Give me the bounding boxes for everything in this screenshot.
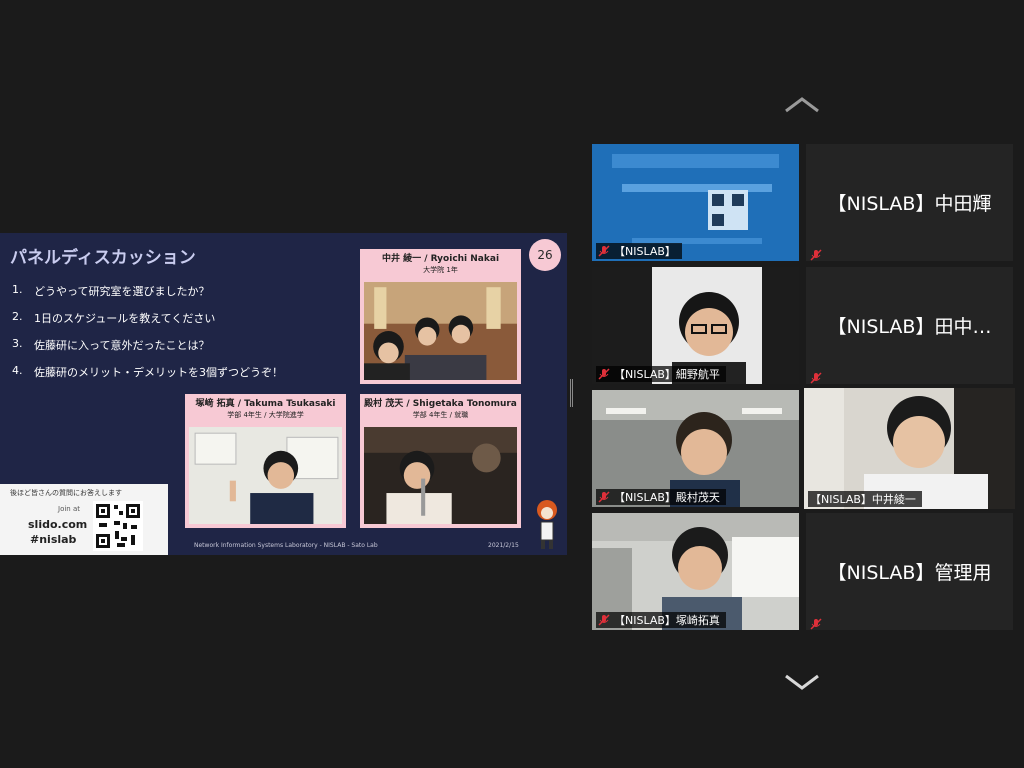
profile-card-tonomura: 殿村 茂天 / Shigetaka Tonomura 学部 4年生 / 就職 bbox=[360, 394, 521, 528]
video-tile-admin[interactable]: 【NISLAB】管理用 bbox=[806, 513, 1013, 630]
card-sub: 学部 4年生 / 就職 bbox=[412, 411, 469, 419]
slide-date: 2021/2/15 bbox=[488, 542, 519, 549]
mic-muted-icon bbox=[810, 615, 822, 630]
mic-muted-icon bbox=[810, 246, 822, 261]
list-item: 4. 佐藤研のメリット・デメリットを3個ずつどうぞ！ bbox=[12, 364, 283, 379]
card-name: 中井 綾一 / Ryoichi Nakai bbox=[381, 254, 500, 264]
video-tile-tonomura[interactable]: 【NISLAB】殿村茂天 bbox=[592, 390, 799, 507]
video-tile-tsukasaki[interactable]: 【NISLAB】塚崎拓真 bbox=[592, 513, 799, 630]
participant-label: 【NISLAB】殿村茂天 bbox=[596, 489, 726, 505]
participant-label: 【NISLAB】細野航平 bbox=[596, 366, 726, 382]
slido-url: slido.com bbox=[28, 518, 88, 531]
mic-muted-icon bbox=[598, 368, 610, 380]
mic-muted-icon bbox=[810, 369, 822, 384]
mascot-icon bbox=[531, 498, 563, 550]
slido-join-label: Join at bbox=[58, 505, 80, 513]
video-tile-nislab[interactable]: 【NISLAB】 bbox=[592, 144, 799, 261]
mic-muted-icon bbox=[598, 245, 610, 257]
card-name: 塚﨑 拓真 / Takuma Tsukasaki bbox=[195, 399, 336, 409]
video-tile-hosono[interactable]: 【NISLAB】細野航平 bbox=[592, 267, 799, 384]
slido-caption: 後ほど皆さんの質問にお答えします bbox=[10, 489, 122, 497]
participant-name: 【NISLAB】田中… bbox=[827, 316, 992, 338]
profile-card-nakai: 中井 綾一 / Ryoichi Nakai 大学院 1年 bbox=[360, 249, 521, 384]
chevron-down-icon[interactable] bbox=[783, 673, 821, 691]
participant-name: 【NISLAB】管理用 bbox=[827, 562, 992, 584]
slide-title: パネルディスカッション bbox=[10, 248, 196, 268]
card-sub: 大学院 1年 bbox=[423, 266, 458, 274]
participant-name: 【NISLAB】中井綾一 bbox=[810, 493, 916, 506]
profile-photo bbox=[364, 427, 517, 524]
participant-name: 【NISLAB】塚崎拓真 bbox=[614, 614, 720, 627]
video-tile-nakata[interactable]: 【NISLAB】中田輝 bbox=[806, 144, 1013, 261]
mic-muted-icon bbox=[598, 614, 610, 626]
list-item: 1. どうやって研究室を選びましたか？ bbox=[12, 283, 210, 298]
shared-screen-slide: パネルディスカッション 26 1. どうやって研究室を選びましたか？ 2. 1日のス… bbox=[0, 233, 567, 555]
video-tile-nakai[interactable]: 【NISLAB】中井綾一 bbox=[804, 388, 1015, 509]
mic-muted-icon bbox=[598, 491, 610, 503]
profile-photo bbox=[189, 427, 342, 524]
profile-photo bbox=[364, 282, 517, 380]
participant-name: 【NISLAB】細野航平 bbox=[614, 368, 720, 381]
zoom-gallery-window: パネルディスカッション 26 1. どうやって研究室を選びましたか？ 2. 1日のス… bbox=[0, 0, 1024, 768]
slido-box: 後ほど皆さんの質問にお答えします Join at slido.com #nisl… bbox=[0, 484, 168, 555]
participant-name: 【NISLAB】 bbox=[614, 245, 676, 258]
card-name: 殿村 茂天 / Shigetaka Tonomura bbox=[364, 399, 517, 409]
slide-footer: Network Information Systems Laboratory -… bbox=[194, 542, 378, 549]
card-sub: 学部 4年生 / 大学院進学 bbox=[227, 411, 304, 419]
slide-page-number: 26 bbox=[529, 239, 561, 271]
list-item: 3. 佐藤研に入って意外だったことは？ bbox=[12, 337, 210, 352]
split-resize-handle[interactable] bbox=[570, 379, 573, 407]
participant-name: 【NISLAB】中田輝 bbox=[827, 193, 992, 215]
video-tile-tanaka[interactable]: 【NISLAB】田中… bbox=[806, 267, 1013, 384]
chevron-up-icon[interactable] bbox=[783, 96, 821, 114]
slido-hashtag: #nislab bbox=[30, 533, 77, 546]
participant-name: 【NISLAB】殿村茂天 bbox=[614, 491, 720, 504]
qr-code-icon bbox=[93, 501, 143, 551]
list-item: 2. 1日のスケジュールを教えてください bbox=[12, 310, 216, 325]
participant-label: 【NISLAB】中井綾一 bbox=[808, 491, 922, 507]
participant-label: 【NISLAB】塚崎拓真 bbox=[596, 612, 726, 628]
profile-card-tsukasaki: 塚﨑 拓真 / Takuma Tsukasaki 学部 4年生 / 大学院進学 bbox=[185, 394, 346, 528]
question-list: 1. どうやって研究室を選びましたか？ 2. 1日のスケジュールを教えてください 3… bbox=[12, 283, 283, 391]
participant-label: 【NISLAB】 bbox=[596, 243, 682, 259]
